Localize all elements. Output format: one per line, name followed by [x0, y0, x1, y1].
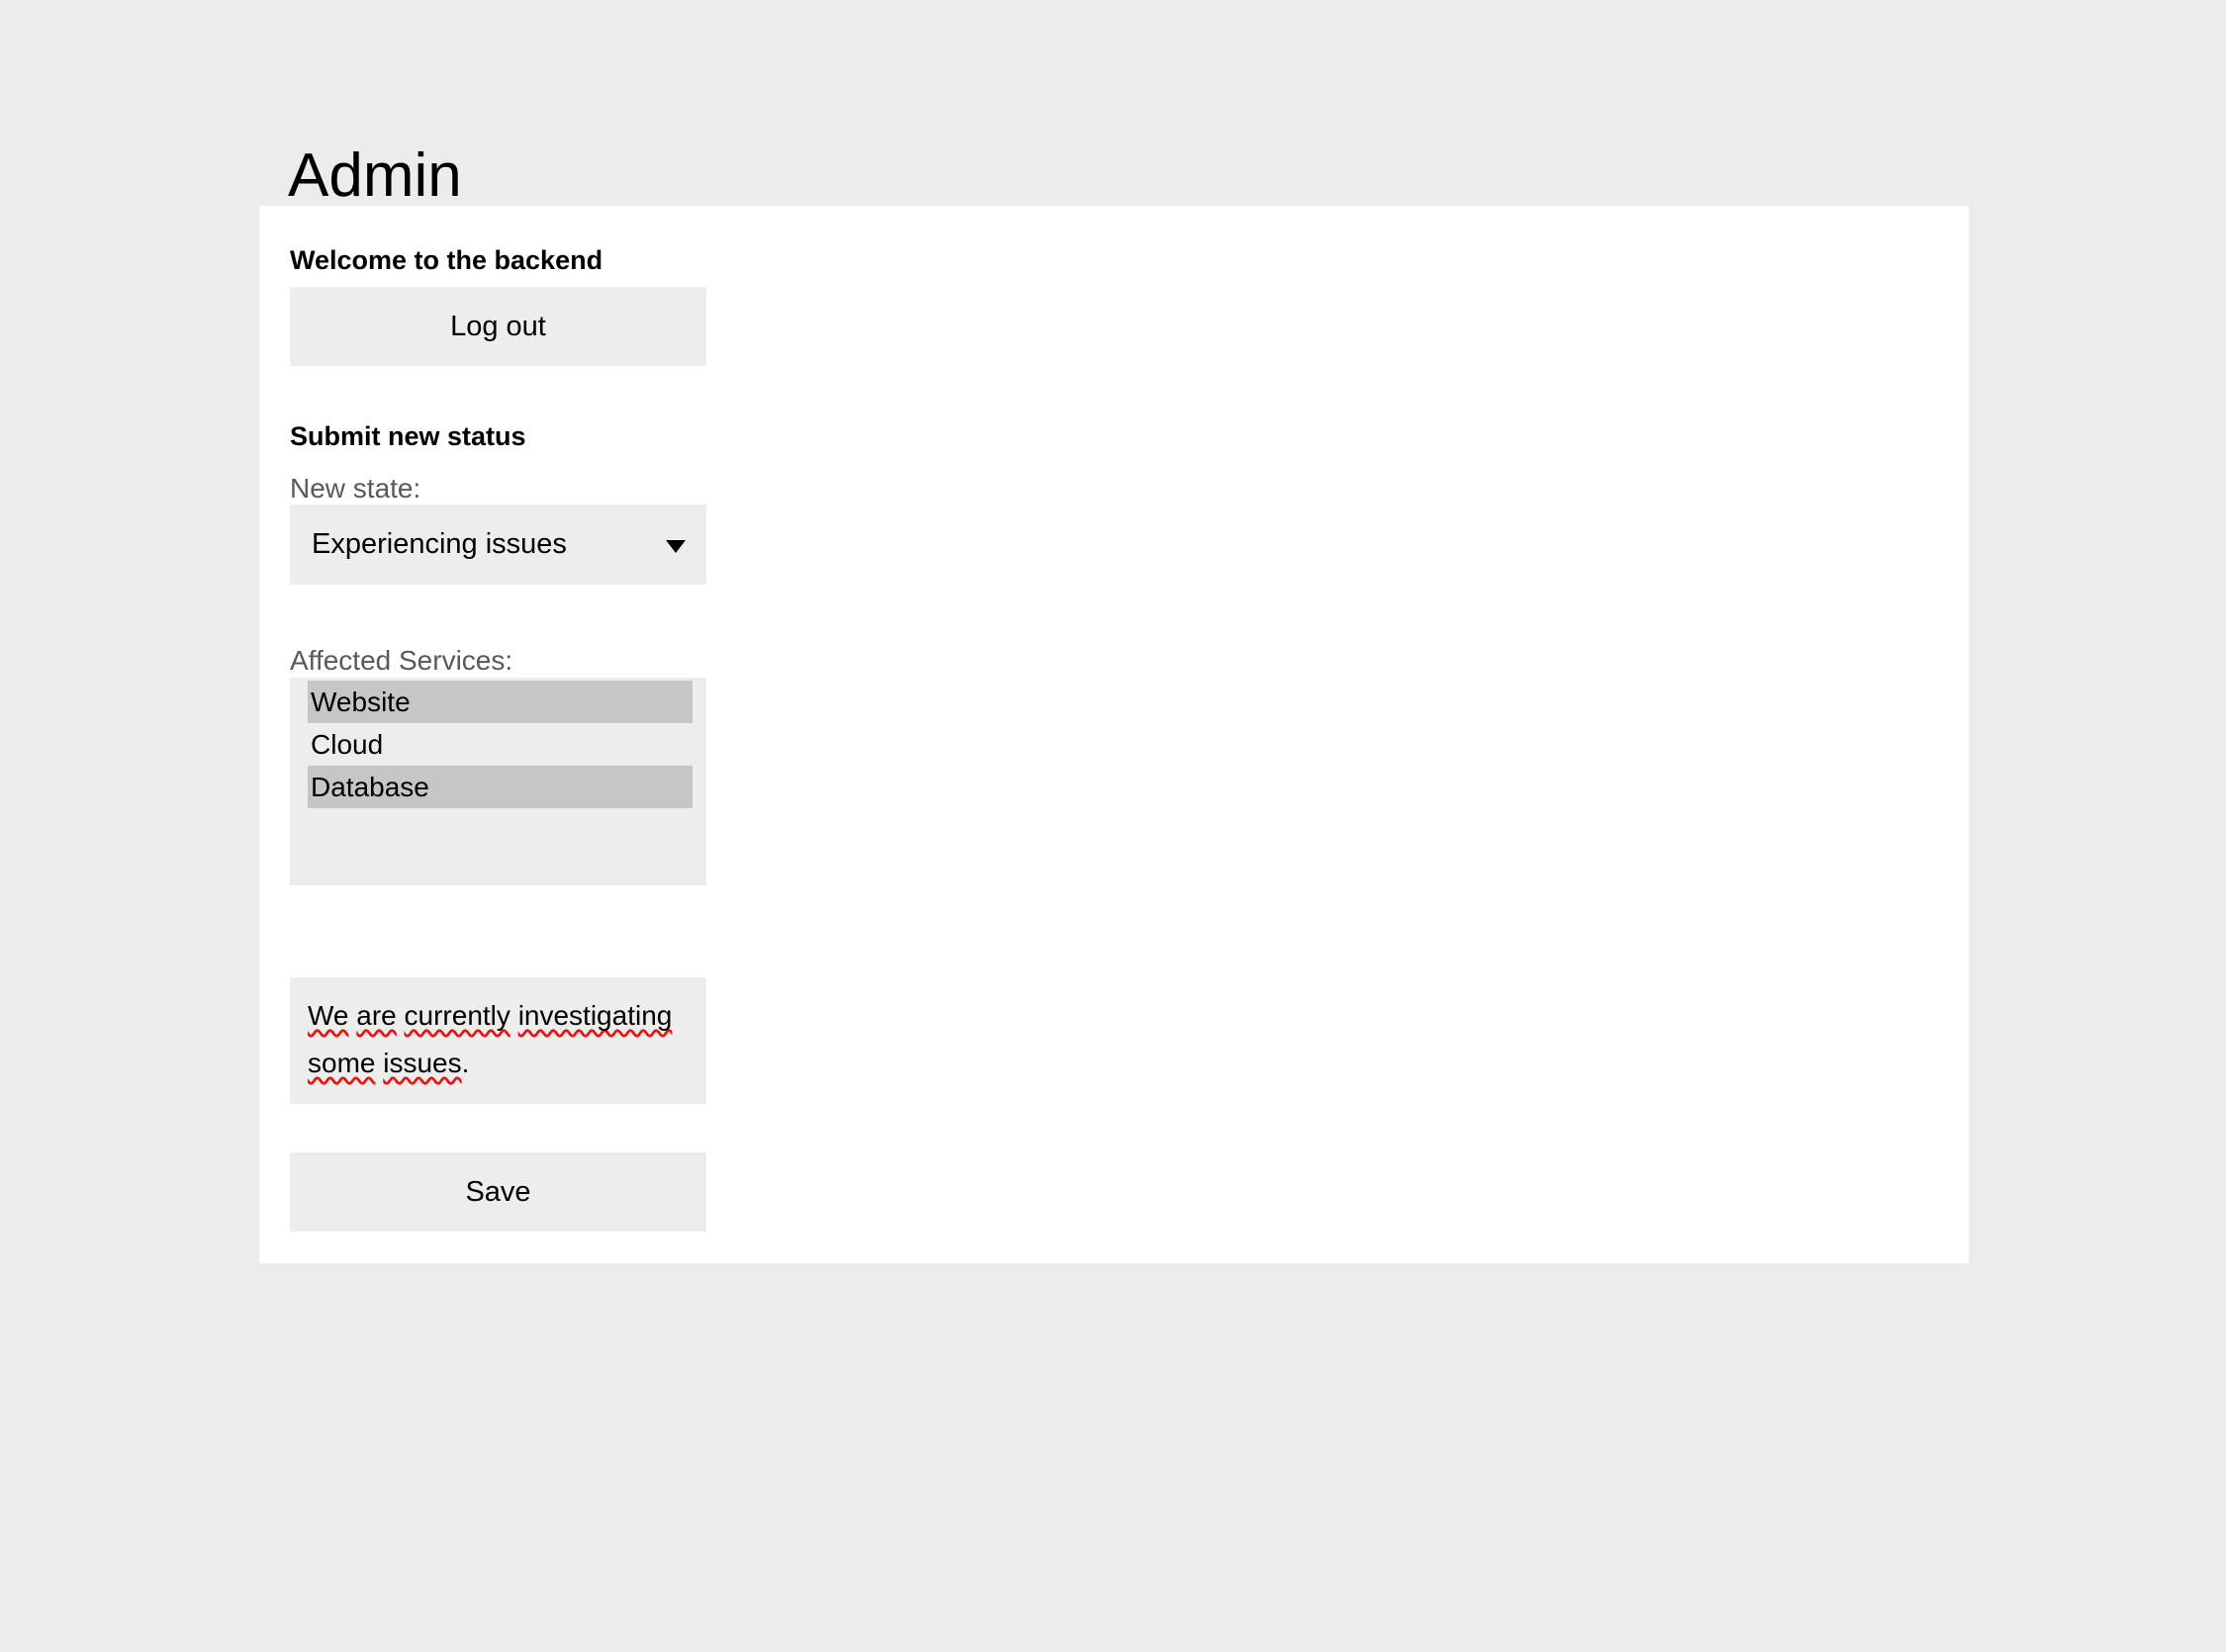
new-state-label: New state:: [290, 473, 421, 504]
page-title: Admin: [288, 140, 462, 210]
message-textarea-value: We are currently investigating some issu…: [308, 992, 689, 1087]
message-word: some: [308, 1048, 376, 1078]
affected-services-listbox[interactable]: Website Cloud Database: [290, 678, 706, 885]
chevron-down-icon: [666, 539, 686, 553]
save-button[interactable]: Save: [290, 1152, 706, 1232]
message-word: issues: [383, 1048, 462, 1078]
admin-card: Welcome to the backend Log out Submit ne…: [259, 206, 1969, 1263]
message-word: currently: [404, 1000, 510, 1031]
message-textarea[interactable]: We are currently investigating some issu…: [290, 977, 706, 1104]
list-item[interactable]: Website: [308, 681, 693, 723]
message-word: We: [308, 1000, 349, 1031]
welcome-heading: Welcome to the backend: [290, 245, 603, 275]
message-word: .: [461, 1048, 470, 1078]
submit-status-heading: Submit new status: [290, 421, 526, 451]
message-word: investigating: [517, 1000, 673, 1031]
new-state-select[interactable]: Experiencing issues: [290, 505, 706, 585]
admin-page: Admin Welcome to the backend Log out Sub…: [0, 0, 2226, 1652]
logout-button[interactable]: Log out: [290, 287, 706, 366]
affected-services-label: Affected Services:: [290, 645, 513, 676]
list-item[interactable]: Database: [308, 766, 693, 808]
new-state-selected-value: Experiencing issues: [312, 528, 567, 560]
message-word: are: [356, 1000, 397, 1031]
list-item[interactable]: Cloud: [308, 723, 693, 766]
